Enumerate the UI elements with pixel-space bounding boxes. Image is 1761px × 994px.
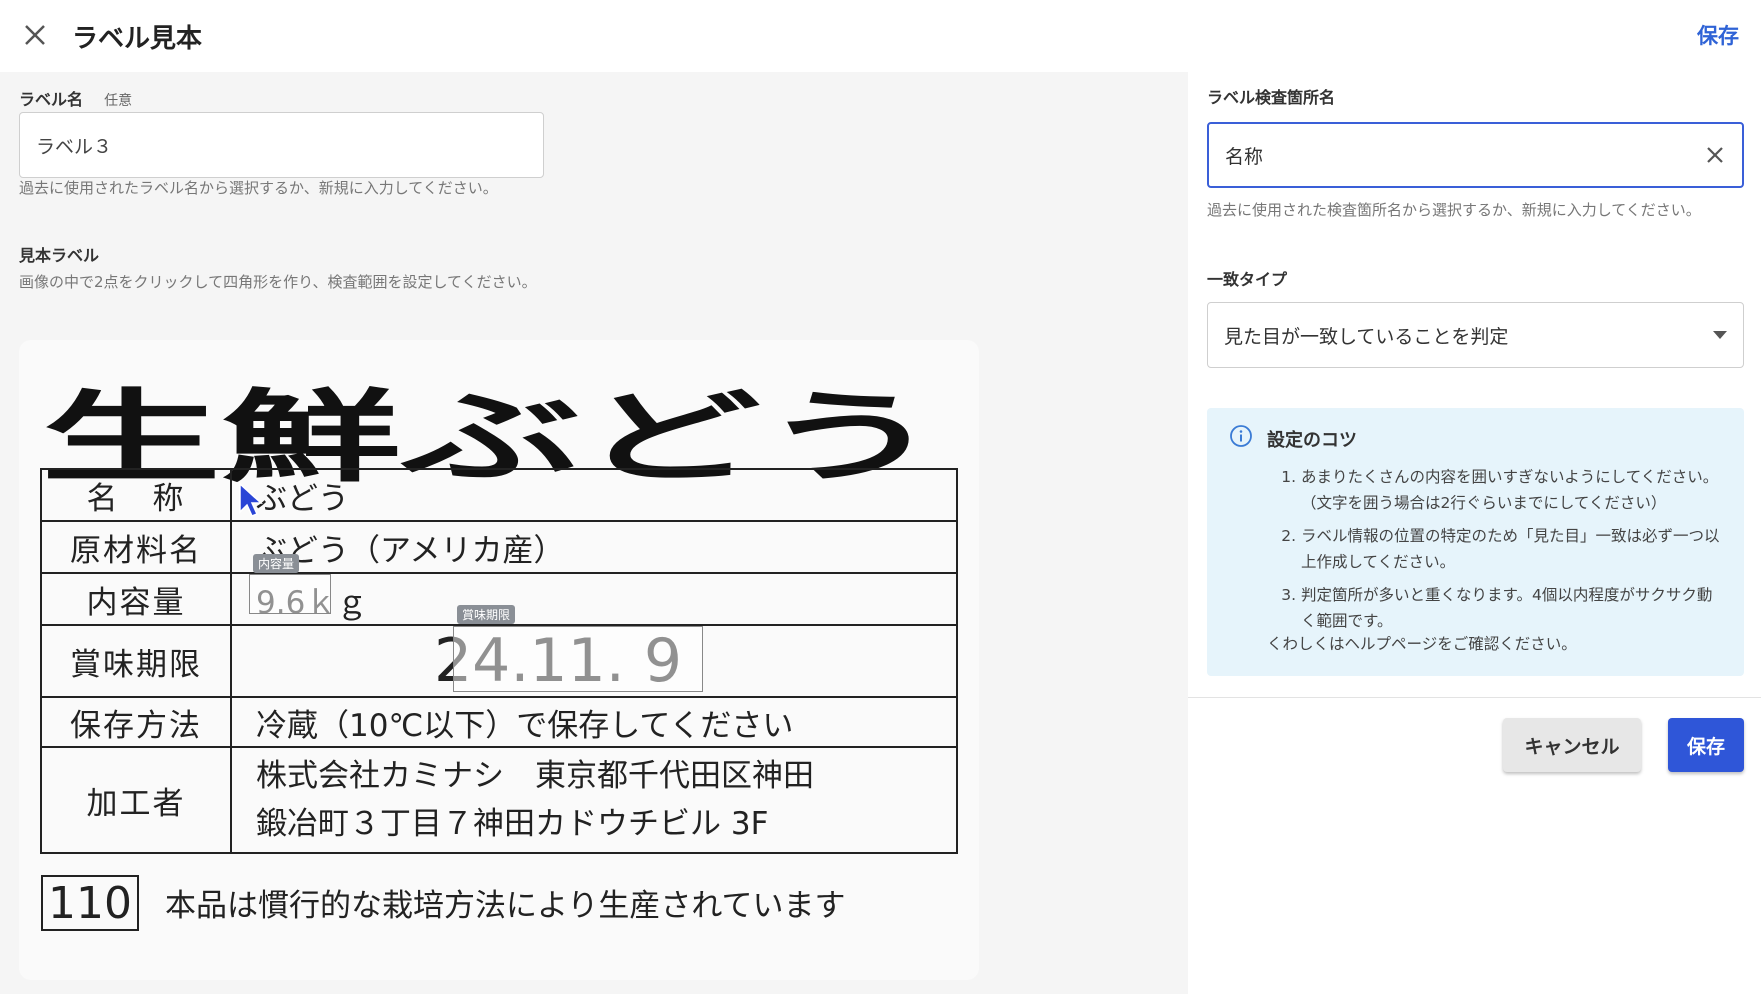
row-head: 賞味期限: [42, 626, 232, 696]
page-title: ラベル見本: [72, 24, 203, 54]
row-head: 内容量: [42, 574, 232, 624]
clear-icon[interactable]: [1702, 142, 1728, 168]
row-head: 加工者: [42, 748, 232, 852]
label-image-title-text: 生鮮ぶどう: [41, 379, 941, 482]
table-row: 原材料名 ぶどう（アメリカ産）: [42, 522, 956, 574]
inspect-name-help: 過去に使用された検査箇所名から選択するか、新規に入力してください。: [1207, 201, 1701, 219]
header-bar: ラベル見本 保存: [0, 0, 1761, 72]
inspect-name-value: 名称: [1225, 145, 1264, 168]
sample-label-help: 画像の中で2点をクリックして四角形を作り、検査範囲を設定してください。: [19, 273, 537, 291]
roi-box-expiry[interactable]: [453, 626, 703, 692]
row-value: 冷蔵（10℃以下）で保存してください: [256, 707, 794, 744]
label-name-input[interactable]: ラベル３: [19, 112, 544, 178]
inspect-name-label: ラベル検査箇所名: [1207, 88, 1336, 107]
match-type-value: 見た目が一致していることを判定: [1224, 325, 1509, 348]
sample-label-image[interactable]: 生鮮ぶどう 名 称 ぶどう 原材料名 ぶどう（アメリカ産） 内容量 9.6ｋｇ …: [19, 340, 979, 980]
close-icon[interactable]: [20, 20, 50, 50]
roi-tag-quantity: 内容量: [253, 554, 300, 573]
tip-item: ラベル情報の位置の特定のため「見た目」一致は必ず一つ以上作成してください。: [1301, 523, 1727, 575]
label-image-title: 生鮮ぶどう: [41, 379, 941, 482]
tip-item: 判定箇所が多いと重くなります。4個以内程度がサクサク動く範囲です。: [1301, 582, 1727, 634]
tips-box: 設定のコツ あまりたくさんの内容を囲いすぎないようにしてください。（文字を囲う場…: [1207, 408, 1744, 676]
label-name-help: 過去に使用されたラベル名から選択するか、新規に入力してください。: [19, 179, 498, 197]
optional-tag: 任意: [104, 93, 133, 109]
divider: [1188, 697, 1761, 698]
row-head: 原材料名: [42, 522, 232, 572]
tips-list: あまりたくさんの内容を囲いすぎないようにしてください。（文字を囲う場合は2行ぐら…: [1267, 464, 1727, 641]
row-head: 名 称: [42, 470, 232, 520]
label-footer-note: 本品は慣行的な栽培方法により生産されています: [165, 888, 846, 924]
row-value-line: 鍛冶町３丁目７神田カドウチビル 3F: [256, 806, 769, 842]
row-value: ぶどう（アメリカ産）: [256, 532, 565, 569]
tip-item: あまりたくさんの内容を囲いすぎないようにしてください。（文字を囲う場合は2行ぐら…: [1301, 464, 1727, 516]
help-page-note: くわしくはヘルプページをご確認ください。: [1267, 635, 1577, 653]
label-name-label: ラベル名: [19, 90, 84, 109]
table-row: 名 称 ぶどう: [42, 470, 956, 522]
header-save-button[interactable]: 保存: [1697, 20, 1739, 50]
chevron-down-icon: [1713, 331, 1727, 339]
row-value: ぶどう: [256, 480, 349, 517]
match-type-select[interactable]: 見た目が一致していることを判定: [1207, 302, 1744, 368]
cancel-button[interactable]: キャンセル: [1503, 718, 1641, 772]
roi-box-quantity[interactable]: [249, 574, 331, 614]
left-panel: ラベル名 任意 ラベル３ 過去に使用されたラベル名から選択するか、新規に入力して…: [0, 72, 1188, 994]
table-row: 保存方法 冷蔵（10℃以下）で保存してください: [42, 698, 956, 748]
row-value: 株式会社カミナシ 東京都千代田区神田 鍛冶町３丁目７神田カドウチビル 3F: [256, 748, 956, 852]
label-name-heading: ラベル名 任意: [19, 86, 132, 110]
row-value: 9.6ｋｇ: [256, 574, 956, 624]
sample-label-heading: 見本ラベル: [19, 246, 100, 265]
row-value-line: 株式会社カミナシ 東京都千代田区神田: [256, 758, 814, 794]
save-button[interactable]: 保存: [1668, 718, 1744, 772]
tips-title: 設定のコツ: [1267, 430, 1357, 451]
mouse-cursor-icon: [239, 482, 263, 517]
inspect-name-input[interactable]: 名称: [1207, 122, 1744, 188]
right-panel: ラベル検査箇所名 名称 過去に使用された検査箇所名から選択するか、新規に入力して…: [1188, 72, 1761, 994]
row-head: 保存方法: [42, 698, 232, 746]
lot-number: 110: [41, 875, 139, 931]
roi-tag-expiry: 賞味期限: [457, 605, 516, 624]
info-icon: [1230, 425, 1252, 447]
table-row: 加工者 株式会社カミナシ 東京都千代田区神田 鍛冶町３丁目７神田カドウチビル 3…: [42, 748, 956, 852]
match-type-label: 一致タイプ: [1207, 270, 1288, 289]
